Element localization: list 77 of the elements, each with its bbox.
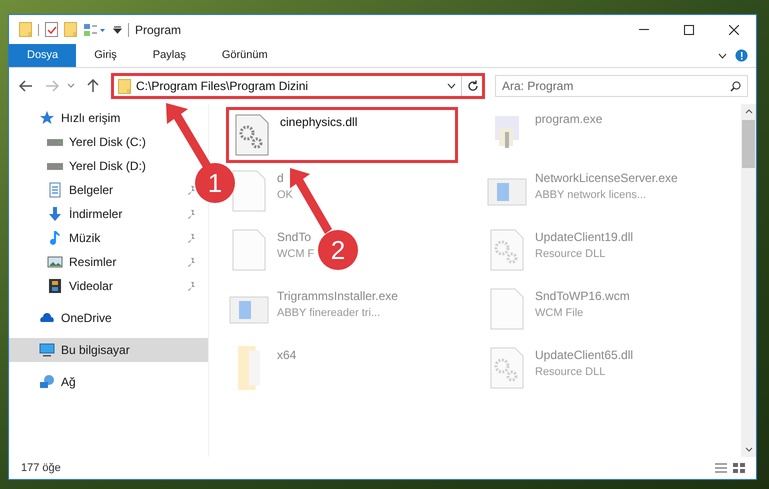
file-description: Resource DLL <box>535 365 606 380</box>
search-icon[interactable] <box>730 80 741 92</box>
ribbon-tab[interactable]: Giriş <box>76 44 135 67</box>
pin-icon[interactable] <box>187 257 197 267</box>
file-name: UpdateClient19.dll <box>535 229 634 246</box>
close-icon <box>728 24 738 34</box>
file-name: program.exe <box>535 111 602 128</box>
sidebar-item[interactable]: Videolar <box>9 274 159 298</box>
chevron-down-icon[interactable] <box>718 52 727 58</box>
file-description: OK <box>277 188 293 203</box>
pin-icon[interactable] <box>187 185 197 195</box>
star-icon <box>39 110 55 126</box>
sidebar-item[interactable]: Yerel Disk (C:) <box>9 130 159 154</box>
large-icons-view-icon[interactable] <box>732 462 746 474</box>
search-field[interactable]: Ara: Program <box>495 75 748 97</box>
sidebar-item[interactable]: Ağ <box>9 370 159 394</box>
drive-icon <box>47 138 63 146</box>
chevron-down-icon[interactable] <box>447 83 456 89</box>
scroll-up-icon[interactable] <box>744 109 752 114</box>
folder-icon <box>118 78 131 94</box>
film-icon <box>47 278 63 294</box>
maximize-icon <box>684 24 694 34</box>
file-description: Resource DLL <box>535 247 606 262</box>
file-description: ABBY finereader tri... <box>277 306 382 321</box>
document-icon <box>47 182 63 198</box>
up-arrow-icon[interactable] <box>87 79 99 93</box>
sidebar-item[interactable]: İndirmeler <box>9 202 159 226</box>
music-note-icon <box>47 230 63 246</box>
file-name: SndTo <box>277 229 312 246</box>
scroll-down-icon[interactable] <box>744 447 752 452</box>
drive-icon <box>47 162 63 170</box>
window-title: Program <box>135 22 182 38</box>
file-description: WCM File <box>535 306 584 321</box>
ribbon-tab[interactable]: Dosya <box>9 44 76 67</box>
address-bar[interactable]: C:\Program Files\Program Dizini <box>111 73 485 99</box>
ribbon-tab[interactable]: Görünüm <box>204 44 286 67</box>
help-icon[interactable] <box>735 49 748 62</box>
file-item[interactable]: cinephysics.dll <box>232 113 358 157</box>
network-icon <box>39 374 55 390</box>
sidebar-item[interactable]: Resimler <box>9 250 159 274</box>
sidebar-item[interactable]: Bu bilgisayar <box>9 338 208 362</box>
file-name: d <box>277 170 285 187</box>
file-description: ABBY network licens... <box>535 188 648 203</box>
file-name: NetworkLicenseServer.exe <box>535 170 678 187</box>
refresh-icon[interactable] <box>467 80 479 92</box>
sidebar-item[interactable]: Hızlı erişim <box>9 106 159 130</box>
minimize-icon <box>638 29 648 30</box>
back-arrow-icon[interactable] <box>19 80 33 92</box>
pin-icon[interactable] <box>187 281 197 291</box>
pin-icon[interactable] <box>187 233 197 243</box>
file-name: cinephysics.dll <box>280 114 358 131</box>
picture-icon <box>47 254 63 270</box>
details-view-icon[interactable] <box>714 462 728 474</box>
download-arrow-icon <box>47 206 63 222</box>
file-name: SndToWP16.wcm <box>535 288 630 305</box>
new-folder-icon <box>64 22 77 37</box>
view-options-icon[interactable] <box>83 22 107 36</box>
file-name: x64 <box>277 347 296 364</box>
item-count: 177 öğe <box>21 460 62 476</box>
properties-icon[interactable] <box>45 22 58 37</box>
folder-icon <box>237 346 261 390</box>
file-name: UpdateClient65.dll <box>535 347 634 364</box>
pin-icon[interactable] <box>187 209 197 219</box>
sidebar-item[interactable]: OneDrive <box>9 306 159 330</box>
scrollbar[interactable] <box>741 104 756 457</box>
file-description: WCM F <box>277 247 314 262</box>
monitor-icon <box>39 342 55 358</box>
sidebar-item[interactable]: Belgeler <box>9 178 159 202</box>
scroll-thumb[interactable] <box>742 120 755 168</box>
address-path: C:\Program Files\Program Dizini <box>136 78 310 95</box>
sidebar-item[interactable]: Yerel Disk (D:) <box>9 154 159 178</box>
sidebar-item[interactable]: Müzik <box>9 226 159 250</box>
dropdown-icon[interactable] <box>113 25 122 34</box>
file-name: TrigrammsInstaller.exe <box>277 288 398 305</box>
search-input[interactable]: Ara: Program <box>502 77 730 95</box>
ribbon-tab[interactable]: Paylaş <box>134 44 204 67</box>
folder-icon <box>19 22 32 37</box>
